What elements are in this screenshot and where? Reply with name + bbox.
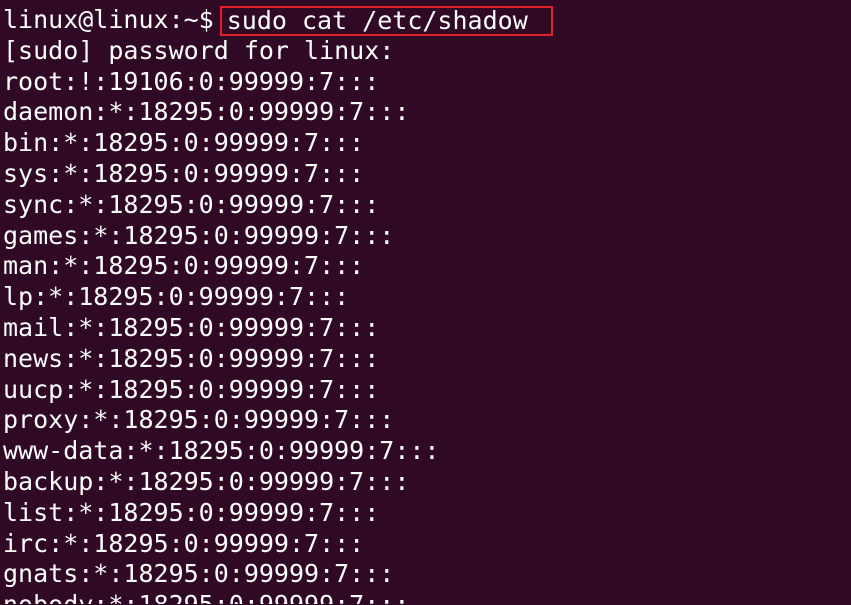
output-line: daemon:*:18295:0:99999:7:::	[3, 97, 410, 127]
output-line: www-data:*:18295:0:99999:7:::	[3, 436, 440, 466]
output-line: bin:*:18295:0:99999:7:::	[3, 128, 365, 158]
output-line: games:*:18295:0:99999:7:::	[3, 220, 395, 250]
output-line: gnats:*:18295:0:99999:7:::	[3, 559, 395, 589]
output-line: irc:*:18295:0:99999:7:::	[3, 528, 365, 558]
command-line: linux@linux:~$ sudo cat /etc/shadow	[3, 5, 851, 36]
output-line: backup:*:18295:0:99999:7:::	[3, 466, 410, 496]
output-line: list:*:18295:0:99999:7:::	[3, 497, 380, 527]
output-line: nobody:*:18295:0:99999:7:::	[3, 590, 410, 605]
output-line: root:!:19106:0:99999:7:::	[3, 66, 380, 96]
sudo-password-prompt: [sudo] password for linux:	[3, 35, 395, 65]
output-line: sync:*:18295:0:99999:7:::	[3, 189, 380, 219]
output-line: news:*:18295:0:99999:7:::	[3, 343, 380, 373]
terminal-window[interactable]: linux@linux:~$ sudo cat /etc/shadow [sudo…	[0, 0, 851, 605]
output-line: mail:*:18295:0:99999:7:::	[3, 312, 380, 342]
output-line: man:*:18295:0:99999:7:::	[3, 251, 365, 281]
highlighted-command: sudo cat /etc/shadow	[219, 6, 553, 36]
output-line: proxy:*:18295:0:99999:7:::	[3, 405, 395, 435]
output-line: sys:*:18295:0:99999:7:::	[3, 158, 365, 188]
command-output: root:!:19106:0:99999:7::: daemon:*:18295:…	[3, 67, 851, 605]
shell-prompt: linux@linux:~$	[3, 5, 214, 34]
output-line: uucp:*:18295:0:99999:7:::	[3, 374, 380, 404]
output-line: lp:*:18295:0:99999:7:::	[3, 282, 350, 312]
